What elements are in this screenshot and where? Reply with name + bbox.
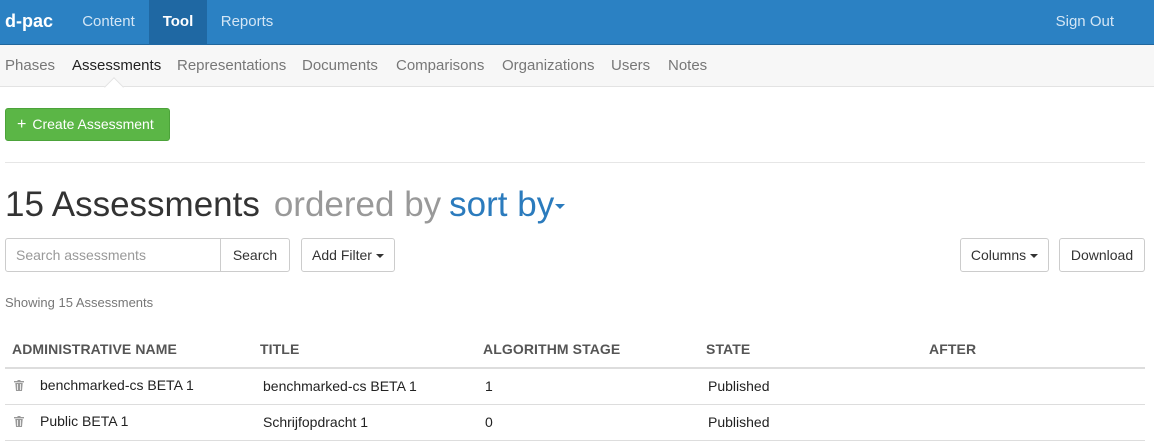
sort-by-label: sort by bbox=[449, 185, 555, 224]
brand-logo[interactable]: d-pac bbox=[5, 11, 53, 32]
column-header-admin-name[interactable]: ADMINISTRATIVE NAME bbox=[12, 341, 177, 357]
trash-icon[interactable] bbox=[14, 380, 24, 391]
row-admin-name[interactable]: Public BETA 1 bbox=[40, 413, 128, 429]
column-header-after[interactable]: AFTER bbox=[929, 341, 976, 357]
columns-label: Columns bbox=[970, 247, 1027, 263]
row-divider bbox=[5, 404, 1145, 405]
search-input[interactable] bbox=[5, 238, 221, 272]
column-header-state[interactable]: STATE bbox=[706, 341, 750, 357]
sort-by-dropdown[interactable]: sort by bbox=[449, 185, 566, 224]
ordered-by-text: ordered by bbox=[273, 185, 442, 224]
subnav-users[interactable]: Users bbox=[611, 57, 650, 74]
page-title: 15 Assessments ordered by sort by bbox=[5, 185, 566, 225]
subnav-documents[interactable]: Documents bbox=[302, 57, 378, 74]
row-algorithm-stage: 0 bbox=[485, 414, 493, 430]
assessment-count-title: 15 Assessments bbox=[5, 185, 260, 224]
column-header-title[interactable]: TITLE bbox=[260, 341, 299, 357]
divider bbox=[5, 162, 1145, 163]
subnav-assessments[interactable]: Assessments bbox=[72, 57, 161, 74]
caret-down-icon bbox=[555, 204, 566, 210]
subnav-phases[interactable]: Phases bbox=[5, 57, 55, 74]
row-divider bbox=[5, 440, 1145, 441]
row-title: Schrijfopdracht 1 bbox=[263, 414, 369, 430]
row-title: benchmarked-cs BETA 1 bbox=[263, 378, 417, 394]
caret-down-icon bbox=[1030, 254, 1039, 259]
search-button[interactable]: Search bbox=[220, 238, 290, 272]
plus-icon: + bbox=[17, 116, 27, 133]
showing-count: Showing 15 Assessments bbox=[5, 295, 154, 310]
add-filter-button[interactable]: Add Filter bbox=[301, 238, 395, 272]
sign-out-link[interactable]: Sign Out bbox=[1056, 0, 1114, 45]
row-algorithm-stage: 1 bbox=[485, 378, 493, 394]
nav-reports[interactable]: Reports bbox=[207, 0, 287, 45]
caret-down-icon bbox=[375, 254, 384, 259]
nav-content[interactable]: Content bbox=[68, 0, 149, 45]
row-state: Published bbox=[708, 414, 770, 430]
table-header-border bbox=[5, 367, 1145, 369]
row-admin-name[interactable]: benchmarked-cs BETA 1 bbox=[40, 377, 194, 393]
sub-navbar: Phases Assessments Representations Docum… bbox=[0, 45, 1154, 87]
columns-button[interactable]: Columns bbox=[960, 238, 1049, 272]
column-header-algorithm-stage[interactable]: ALGORITHM STAGE bbox=[483, 341, 620, 357]
download-button[interactable]: Download bbox=[1059, 238, 1145, 272]
create-assessment-button[interactable]: + Create Assessment bbox=[5, 108, 170, 141]
create-assessment-label: Create Assessment bbox=[32, 116, 154, 132]
trash-icon[interactable] bbox=[14, 416, 24, 427]
nav-tool[interactable]: Tool bbox=[149, 0, 207, 45]
subnav-representations[interactable]: Representations bbox=[177, 57, 286, 74]
add-filter-label: Add Filter bbox=[312, 247, 372, 263]
subnav-notes[interactable]: Notes bbox=[668, 57, 707, 74]
top-navbar: d-pac Content Tool Reports Sign Out bbox=[0, 0, 1154, 45]
subnav-organizations[interactable]: Organizations bbox=[502, 57, 595, 74]
subnav-comparisons[interactable]: Comparisons bbox=[396, 57, 484, 74]
row-state: Published bbox=[708, 378, 770, 394]
